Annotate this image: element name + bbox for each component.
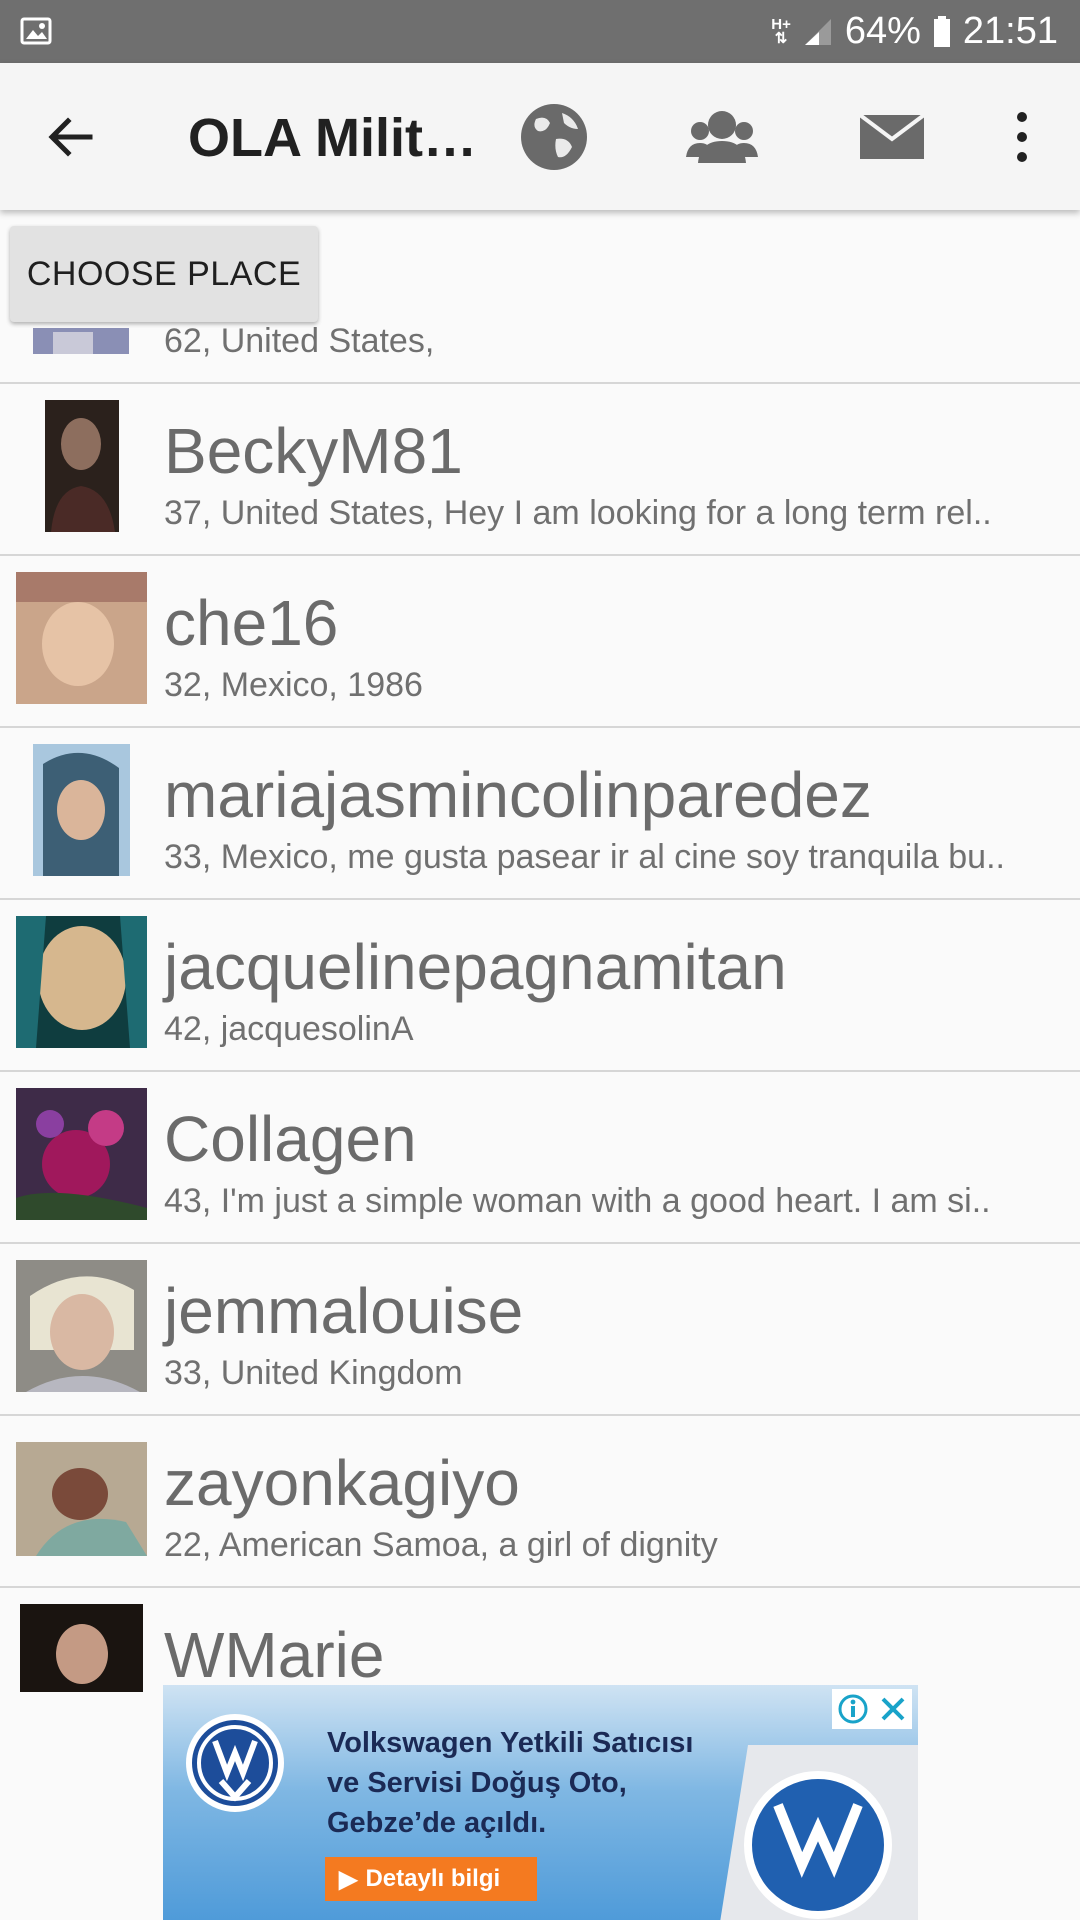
member-name: jacquelinepagnamitan <box>164 931 787 1003</box>
app-toolbar: OLA Milit… <box>0 63 1080 210</box>
member-info: 37, United States, Hey I am looking for … <box>164 494 992 532</box>
globe-icon[interactable] <box>516 99 592 175</box>
avatar <box>33 744 130 876</box>
avatar <box>16 916 147 1048</box>
ad-headline-line: ve Servisi Doğuş Oto, <box>327 1767 627 1799</box>
clock: 21:51 <box>962 10 1058 52</box>
member-name: WMarie <box>164 1619 385 1691</box>
list-item[interactable]: che16 32, Mexico, 1986 <box>0 556 1080 728</box>
back-arrow-icon[interactable] <box>40 107 100 167</box>
member-name: jemmalouise <box>164 1275 524 1347</box>
close-icon[interactable] <box>879 1695 907 1723</box>
list-item[interactable]: jemmalouise 33, United Kingdom <box>0 1244 1080 1416</box>
avatar <box>16 1260 147 1392</box>
list-item[interactable]: zayonkagiyo 22, American Samoa, a girl o… <box>0 1416 1080 1588</box>
signal-icon <box>804 18 831 45</box>
ad-cta-label: Detaylı bilgi <box>365 1865 501 1892</box>
overflow-menu-icon[interactable] <box>1000 105 1044 169</box>
avatar <box>16 1088 147 1220</box>
image-notification-icon <box>20 17 52 45</box>
member-list: 62, United States, BeckyM81 37, United S… <box>0 210 1080 1758</box>
battery-icon <box>933 15 950 47</box>
member-info: 33, Mexico, me gusta pasear ir al cine s… <box>164 838 1005 876</box>
info-icon[interactable] <box>837 1693 869 1725</box>
member-info: 22, American Samoa, a girl of dignity <box>164 1526 718 1564</box>
avatar <box>16 1442 147 1556</box>
ad-headline-line: Gebze’de açıldı. <box>327 1807 547 1839</box>
mail-icon[interactable] <box>852 99 932 175</box>
list-item[interactable]: jacquelinepagnamitan 42, jacquesolinA <box>0 900 1080 1072</box>
member-name: mariajasmincolinparedez <box>164 759 872 831</box>
ad-banner[interactable]: Volkswagen Yetkili Satıcısı ve Servisi D… <box>163 1685 918 1920</box>
avatar <box>45 400 119 532</box>
status-bar: H+ ⇅ 64% 21:51 <box>0 0 1080 63</box>
avatar <box>16 572 147 704</box>
ad-headline: Volkswagen Yetkili Satıcısı ve Servisi D… <box>327 1723 727 1843</box>
avatar <box>33 328 129 354</box>
member-info: 32, Mexico, 1986 <box>164 666 423 704</box>
member-name: zayonkagiyo <box>164 1447 520 1519</box>
list-item[interactable]: Collagen 43, I'm just a simple woman wit… <box>0 1072 1080 1244</box>
list-item[interactable]: mariajasmincolinparedez 33, Mexico, me g… <box>0 728 1080 900</box>
status-right: H+ ⇅ 64% 21:51 <box>771 0 1058 63</box>
member-info: 42, jacquesolinA <box>164 1010 414 1048</box>
member-name: che16 <box>164 587 339 659</box>
list-item[interactable]: BeckyM81 37, United States, Hey I am loo… <box>0 384 1080 556</box>
ad-cta-button[interactable]: ▶ Detaylı bilgi <box>325 1857 537 1901</box>
volkswagen-logo-icon <box>186 1714 284 1812</box>
member-info: 43, I'm just a simple woman with a good … <box>164 1182 991 1220</box>
member-info: 33, United Kingdom <box>164 1354 463 1392</box>
network-type: H+ ⇅ <box>771 15 791 47</box>
play-arrow-icon: ▶ <box>339 1865 358 1893</box>
member-name: Collagen <box>164 1103 417 1175</box>
page-title: OLA Milit… <box>188 108 477 168</box>
ad-headline-line: Volkswagen Yetkili Satıcısı <box>327 1727 694 1759</box>
choose-place-button[interactable]: CHOOSE PLACE <box>10 226 318 322</box>
ad-choices[interactable] <box>832 1689 912 1729</box>
group-icon[interactable] <box>684 99 760 175</box>
avatar <box>20 1604 143 1692</box>
battery-percent: 64% <box>844 10 921 52</box>
volkswagen-sign-icon <box>720 1745 918 1920</box>
member-info: 62, United States, <box>164 322 435 360</box>
member-name: BeckyM81 <box>164 415 463 487</box>
